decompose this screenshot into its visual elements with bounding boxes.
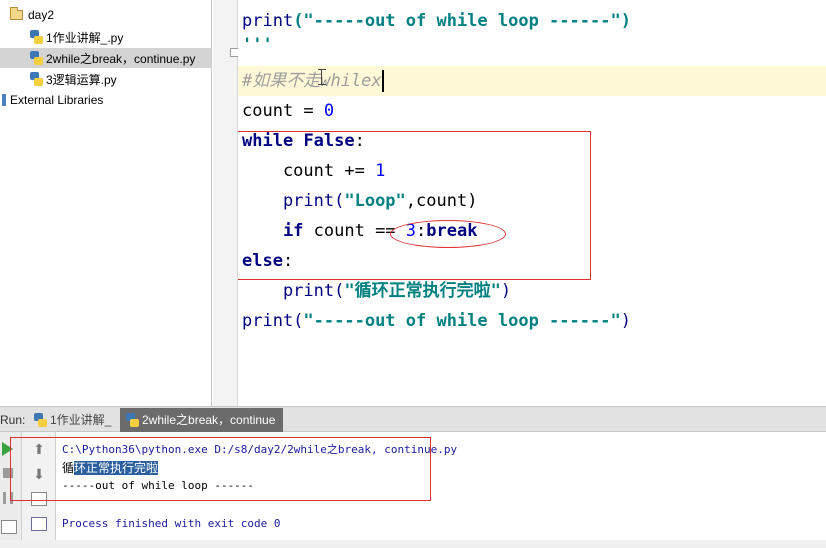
tree-file-3[interactable]: 3逻辑运算.py	[0, 69, 211, 89]
code-editor[interactable]: print("-----out of while loop ------") '…	[238, 0, 826, 406]
folder-label: day2	[28, 8, 55, 22]
file-label: 1作业讲解_.py	[46, 30, 124, 45]
tree-file-1[interactable]: 1作业讲解_.py	[0, 27, 211, 47]
folder-icon	[10, 7, 23, 20]
code-line-4: count = 0	[242, 101, 335, 121]
editor-gutter[interactable]	[213, 0, 237, 406]
python-file-icon	[30, 30, 43, 44]
file-label: 3逻辑运算.py	[46, 72, 117, 87]
code-line-10: print("循环正常执行完啦")	[242, 281, 512, 301]
library-icon	[2, 94, 6, 106]
tree-folder-day2[interactable]: day2	[0, 5, 211, 25]
tree-file-2[interactable]: 2while之break，continue.py	[0, 48, 211, 68]
python-file-icon	[30, 51, 43, 65]
code-line-2: '''	[242, 35, 273, 55]
run-tab-label: 2while之break，continue	[142, 413, 276, 427]
run-tab-strip: Run: 1作业讲解_ 2while之break，continue	[0, 406, 826, 432]
text-caret	[381, 70, 384, 92]
console-icon	[31, 517, 47, 531]
ibeam-cursor-icon	[318, 69, 329, 85]
run-tab-label: 1作业讲解_	[50, 413, 112, 427]
run-tab-2[interactable]: 2while之break，continue	[120, 408, 284, 432]
run-tab-1[interactable]: 1作业讲解_	[28, 408, 119, 432]
annotation-red-box	[238, 131, 591, 280]
code-line-1: print("-----out of while loop ------")	[242, 11, 631, 31]
console-exit-line: Process finished with exit code 0	[62, 517, 281, 530]
layout-button[interactable]	[1, 520, 17, 536]
run-label: Run:	[0, 413, 26, 427]
python-file-icon	[126, 413, 139, 427]
python-file-icon	[34, 413, 47, 427]
file-label: 2while之break，continue.py	[46, 51, 196, 66]
annotation-console-red-box	[10, 437, 431, 501]
horizontal-scrollbar[interactable]	[0, 540, 826, 548]
tree-external-libraries[interactable]: External Libraries	[0, 90, 211, 110]
annotation-red-ellipse	[390, 220, 506, 248]
python-file-icon	[30, 72, 43, 86]
external-libraries-label: External Libraries	[10, 93, 104, 107]
layout-icon	[1, 520, 17, 534]
print-console-button[interactable]	[31, 517, 47, 533]
code-line-11: print("-----out of while loop ------")	[242, 311, 631, 331]
project-panel: day2 1作业讲解_.py 2while之break，continue.py …	[0, 0, 212, 406]
code-line-3: #如果不走whilex	[242, 70, 384, 92]
